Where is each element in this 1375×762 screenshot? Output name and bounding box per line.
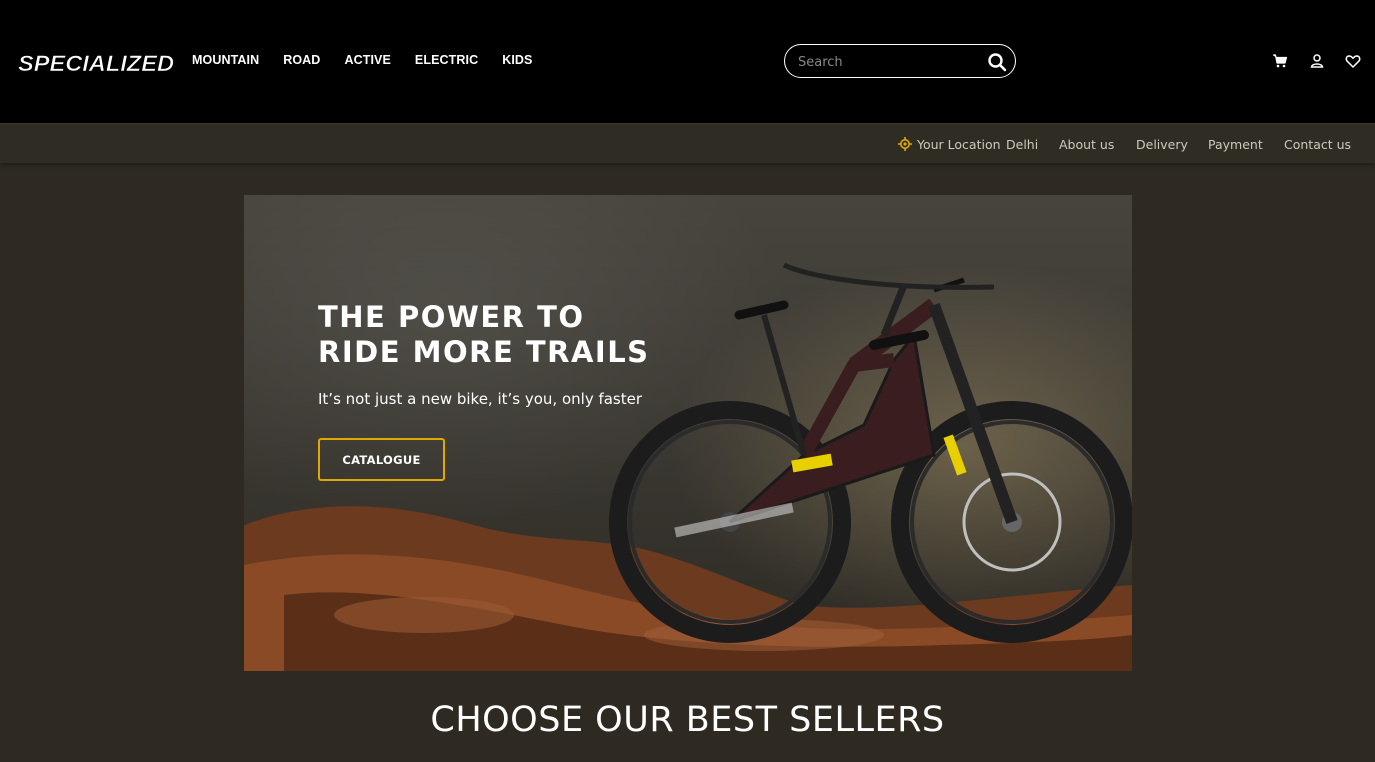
link-about-us[interactable]: About us bbox=[1059, 137, 1114, 152]
hero-title-line1: THE POWER TO bbox=[318, 300, 585, 334]
location-label: Your Location bbox=[917, 137, 1001, 152]
svg-text:SPECIALIZED: SPECIALIZED bbox=[18, 51, 174, 76]
location-value[interactable]: Delhi bbox=[1006, 137, 1038, 152]
search-input[interactable] bbox=[798, 53, 978, 71]
main-nav: MOUNTAIN ROAD ACTIVE ELECTRIC KIDS bbox=[192, 53, 556, 67]
logo-wordmark: SPECIALIZED bbox=[18, 51, 175, 76]
utility-bar: Your Location Delhi About us Delivery Pa… bbox=[0, 123, 1375, 163]
search-box bbox=[784, 44, 1016, 78]
catalogue-button[interactable]: CATALOGUE bbox=[318, 438, 445, 481]
hero-subtitle: It’s not just a new bike, it’s you, only… bbox=[318, 390, 643, 408]
cart-icon[interactable] bbox=[1272, 53, 1288, 69]
hero-banner: THE POWER TO RIDE MORE TRAILS It’s not j… bbox=[244, 195, 1132, 671]
nav-electric[interactable]: ELECTRIC bbox=[415, 53, 478, 67]
search-icon[interactable] bbox=[987, 52, 1007, 72]
link-delivery[interactable]: Delivery bbox=[1136, 137, 1188, 152]
nav-mountain[interactable]: MOUNTAIN bbox=[192, 53, 259, 67]
nav-active[interactable]: ACTIVE bbox=[344, 53, 390, 67]
hero-title: THE POWER TO RIDE MORE TRAILS bbox=[318, 300, 738, 370]
hero-title-line2: RIDE MORE TRAILS bbox=[318, 335, 650, 369]
site-header: SPECIALIZED MOUNTAIN ROAD ACTIVE ELECTRI… bbox=[0, 0, 1375, 123]
link-payment[interactable]: Payment bbox=[1208, 137, 1263, 152]
user-icon[interactable] bbox=[1309, 53, 1325, 69]
best-sellers-heading: CHOOSE OUR BEST SELLERS bbox=[430, 700, 945, 740]
heart-icon[interactable] bbox=[1345, 53, 1361, 69]
location-icon bbox=[898, 137, 912, 151]
specialized-logo[interactable]: SPECIALIZED bbox=[16, 50, 177, 76]
nav-road[interactable]: ROAD bbox=[283, 53, 320, 67]
link-contact-us[interactable]: Contact us bbox=[1284, 137, 1351, 152]
hero-bike-image bbox=[244, 262, 1132, 671]
nav-kids[interactable]: KIDS bbox=[502, 53, 532, 67]
